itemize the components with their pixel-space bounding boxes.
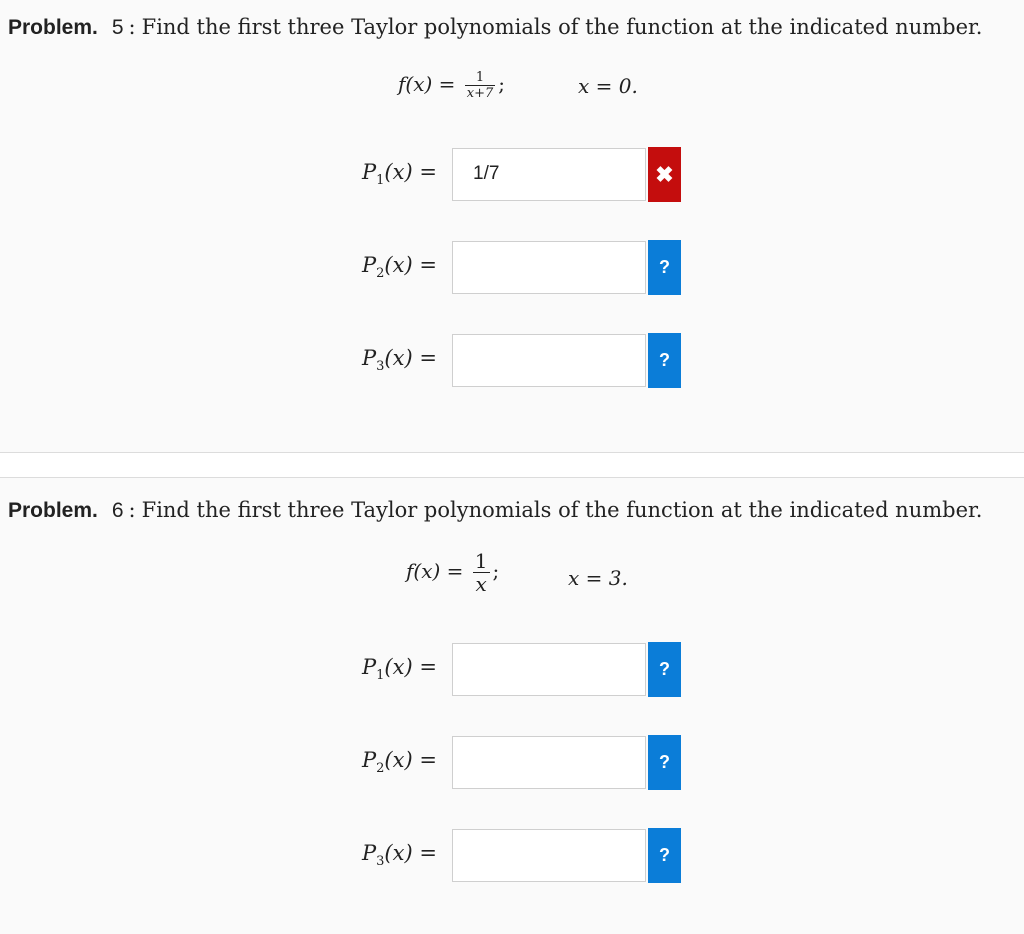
- fraction-denominator: x+7: [466, 86, 494, 101]
- help-icon[interactable]: ?: [648, 240, 681, 295]
- fraction-numerator: 1: [464, 70, 496, 86]
- problem-label: Problem.: [8, 499, 98, 522]
- p3-label: P3(x) =: [362, 346, 437, 375]
- evaluation-point: x = 0.: [578, 74, 638, 98]
- problem-heading: Problem. 5: Find the first three Taylor po…: [8, 15, 983, 39]
- function-definition: f(x) = 1 x ;: [406, 550, 499, 595]
- section-gap: [0, 453, 1024, 477]
- p2-answer-input[interactable]: [452, 736, 646, 789]
- p3-answer-input[interactable]: [452, 334, 646, 387]
- p1-answer-input[interactable]: 1/7: [452, 148, 646, 201]
- p3-label: P3(x) =: [362, 841, 437, 870]
- p1-label: P1(x) =: [362, 160, 437, 189]
- help-icon[interactable]: ?: [648, 333, 681, 388]
- problem-heading: Problem. 6: Find the first three Taylor po…: [8, 498, 983, 522]
- help-icon[interactable]: ?: [648, 642, 681, 697]
- problem-label: Problem.: [8, 16, 98, 39]
- fraction-denominator: x: [475, 572, 487, 596]
- help-icon[interactable]: ?: [648, 735, 681, 790]
- function-lhs: f(x) =: [406, 559, 464, 583]
- evaluation-point: x = 3.: [568, 566, 628, 590]
- p1-label: P1(x) =: [362, 655, 437, 684]
- function-definition: f(x) = 1 x+7 ;: [398, 70, 505, 101]
- function-lhs: f(x) =: [398, 72, 456, 96]
- problem-number: 6: [111, 499, 124, 522]
- p3-answer-input[interactable]: [452, 829, 646, 882]
- help-icon[interactable]: ?: [648, 828, 681, 883]
- function-fraction: 1 x: [472, 549, 490, 596]
- p1-answer-input[interactable]: [452, 643, 646, 696]
- fraction-numerator: 1: [472, 549, 490, 573]
- problem-instruction: Find the first three Taylor polynomials …: [141, 15, 983, 39]
- problem-5-panel: Problem. 5: Find the first three Taylor po…: [0, 0, 1024, 452]
- problem-6-panel: Problem. 6: Find the first three Taylor po…: [0, 478, 1024, 934]
- p2-label: P2(x) =: [362, 748, 437, 777]
- function-fraction: 1 x+7: [464, 70, 496, 101]
- problem-number: 5: [111, 16, 124, 39]
- problem-instruction: Find the first three Taylor polynomials …: [141, 498, 983, 522]
- p2-answer-input[interactable]: [452, 241, 646, 294]
- incorrect-icon[interactable]: ✖: [648, 147, 681, 202]
- function-suffix: ;: [492, 559, 500, 583]
- p2-label: P2(x) =: [362, 253, 437, 282]
- function-suffix: ;: [498, 72, 506, 96]
